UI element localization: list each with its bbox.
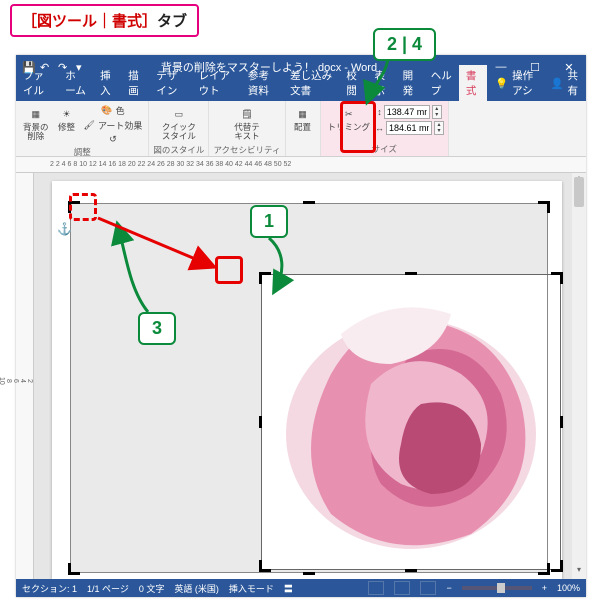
ribbon-group-styles: ▭ クイック スタイル 図のスタイル (149, 101, 209, 156)
status-page[interactable]: 1/1 ページ (87, 582, 129, 595)
scrollbar-vertical[interactable]: ▴ ▾ (572, 173, 586, 579)
reset-picture-button[interactable]: ↺ (107, 133, 119, 146)
zoom-out-button[interactable]: − (446, 583, 451, 593)
zoom-level[interactable]: 100% (557, 583, 580, 593)
tutorial-tab-label: ［図ツール｜書式］タブ］タブ (10, 4, 199, 37)
corrections-icon: ☀ (57, 105, 77, 123)
accessibility-group-label: アクセシビリティ (213, 144, 280, 157)
styles-group-label: 図のスタイル (153, 144, 204, 157)
view-print-button[interactable] (394, 581, 410, 595)
tab-draw[interactable]: 描画 (121, 65, 149, 101)
tab-design[interactable]: デザイン (149, 65, 191, 101)
scroll-down-icon[interactable]: ▾ (572, 565, 586, 579)
lightbulb-icon: 💡 (495, 77, 508, 90)
outer-handle-tr[interactable] (534, 201, 550, 217)
height-input[interactable] (384, 105, 430, 119)
ribbon-group-arrange: ▦ 配置 (286, 101, 321, 156)
corrections-button[interactable]: ☀ 修整 (54, 103, 80, 146)
status-lang[interactable]: 英語 (米国) (174, 582, 219, 595)
scroll-thumb[interactable] (574, 177, 584, 207)
color-icon: 🎨 (101, 105, 112, 116)
picture-selection[interactable]: ⚓ (70, 203, 548, 573)
tab-view[interactable]: 表示 (368, 65, 396, 101)
reset-icon: ↺ (109, 134, 117, 145)
artistic-icon: 🖌 (84, 120, 95, 131)
view-web-button[interactable] (420, 581, 436, 595)
shape-width-field[interactable]: ↔ ▴▾ (375, 121, 444, 135)
tab-help[interactable]: ヘルプ (424, 65, 459, 101)
arrange-button[interactable]: ▦ 配置 (290, 103, 316, 134)
tab-review[interactable]: 校閲 (339, 65, 367, 101)
width-input[interactable] (386, 121, 432, 135)
arrange-icon: ▦ (293, 105, 313, 123)
anchor-icon: ⚓ (57, 222, 72, 236)
alt-text-button[interactable]: 🗒 代替テ キスト (231, 103, 263, 144)
callout-1: 1 (250, 205, 288, 238)
shape-height-field[interactable]: ↕ ▴▾ (377, 105, 442, 119)
width-spinner[interactable]: ▴▾ (434, 121, 444, 135)
status-track[interactable]: 〓 (284, 582, 293, 595)
status-bar: セクション: 1 1/1 ページ 0 文字 英語 (米国) 挿入モード 〓 − … (16, 579, 586, 597)
quick-styles-icon: ▭ (169, 105, 189, 123)
highlight-old-crop-handle (69, 193, 97, 221)
view-read-button[interactable] (368, 581, 384, 595)
tab-layout[interactable]: レイアウト (192, 65, 241, 101)
tab-format[interactable]: 書式 (459, 65, 487, 101)
remove-bg-icon: ▦ (26, 105, 46, 123)
height-icon: ↕ (377, 107, 382, 117)
status-mode[interactable]: 挿入モード (229, 582, 274, 595)
share-icon: 👤 (550, 77, 563, 90)
document-page[interactable]: ⚓ (52, 181, 562, 579)
highlight-new-crop-handle (215, 256, 243, 284)
ribbon: ▦ 背景の 削除 ☀ 修整 🎨色 🖌アート効果 ↺ 調整 ▭ クイック スタイル (16, 101, 586, 157)
outer-handle-b[interactable] (301, 559, 317, 575)
color-button[interactable]: 🎨色 (99, 103, 126, 118)
zoom-in-button[interactable]: + (542, 583, 547, 593)
status-words[interactable]: 0 文字 (139, 582, 165, 595)
share-button[interactable]: 👤共有 (542, 65, 586, 101)
ruler-vertical[interactable]: 246810121416182022 (16, 173, 34, 579)
word-window: 💾 ↶ ↷ ▾ 背景の削除をマスターしよう！.docx - Word ⋯ — ☐… (16, 55, 586, 597)
document-area: 246810121416182022 (16, 173, 586, 579)
tell-me[interactable]: 💡操作アシ (487, 65, 542, 101)
width-icon: ↔ (375, 123, 384, 133)
artistic-effects-button[interactable]: 🖌アート効果 (82, 118, 145, 133)
ribbon-group-accessibility: 🗒 代替テ キスト アクセシビリティ (209, 101, 285, 156)
tab-references[interactable]: 参考資料 (241, 65, 283, 101)
outer-handle-br[interactable] (534, 559, 550, 575)
adjust-group-label: 調整 (74, 146, 91, 159)
remove-background-button[interactable]: ▦ 背景の 削除 (20, 103, 52, 146)
outer-handle-t[interactable] (301, 201, 317, 217)
outer-handle-bl[interactable] (68, 559, 84, 575)
zoom-slider[interactable] (462, 586, 532, 590)
tab-home[interactable]: ホーム (58, 65, 93, 101)
tab-developer[interactable]: 開発 (396, 65, 424, 101)
callout-2-4: 2 | 4 (373, 28, 436, 61)
quick-styles-button[interactable]: ▭ クイック スタイル (159, 103, 199, 144)
callout-3: 3 (138, 312, 176, 345)
tutorial-tab-prefix: ［図ツール｜ (22, 13, 112, 30)
tutorial-tab-main: 書式 (112, 13, 142, 30)
tab-insert[interactable]: 挿入 (93, 65, 121, 101)
ruler-horizontal[interactable]: 2 2 4 6 8 10 12 14 16 18 20 22 24 26 28 … (16, 157, 586, 173)
ribbon-tabs: ファイル ホーム 挿入 描画 デザイン レイアウト 参考資料 差し込み文書 校閲… (16, 79, 586, 101)
flower-image[interactable] (271, 284, 551, 560)
tab-mailings[interactable]: 差し込み文書 (283, 65, 339, 101)
status-section[interactable]: セクション: 1 (22, 582, 77, 595)
alt-text-icon: 🗒 (237, 105, 257, 123)
tab-file[interactable]: ファイル (16, 65, 58, 101)
highlight-crop-button (340, 101, 376, 153)
height-spinner[interactable]: ▴▾ (432, 105, 442, 119)
ribbon-group-adjust: ▦ 背景の 削除 ☀ 修整 🎨色 🖌アート効果 ↺ 調整 (16, 101, 149, 156)
